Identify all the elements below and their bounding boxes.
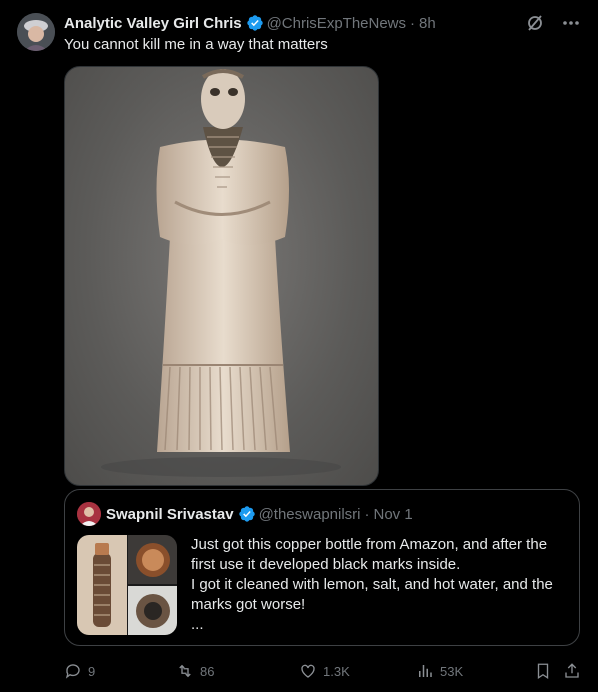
views-button[interactable]: 53K [416,660,463,682]
views-icon [419,665,432,677]
like-button[interactable]: 1.3K [299,660,350,682]
reply-count: 9 [88,663,96,679]
tweet-header: Analytic Valley Girl Chris @ChrisExpTheN… [64,13,578,33]
quote-author-handle[interactable]: @theswapnilsri [259,506,361,523]
verified-badge-icon [246,15,263,31]
verified-badge-icon [238,506,255,522]
author-name[interactable]: Analytic Valley Girl Chris [64,15,242,32]
more-icon[interactable] [561,14,581,32]
grok-icon[interactable] [525,14,545,32]
avatar-image [17,13,55,51]
share-icon [565,663,579,678]
tweet-text: You cannot kill me in a way that matters [64,36,328,53]
copper-bottle-photos [77,535,177,635]
tweet-action-bar: 9 86 1.3K 53K [64,660,581,682]
author-handle[interactable]: @ChrisExpTheNews [267,15,406,32]
like-count: 1.3K [323,663,350,679]
quote-text-truncation: ... [191,616,204,633]
quote-author-name[interactable]: Swapnil Srivastav [106,506,234,523]
author-avatar[interactable] [17,13,55,51]
statue-image [101,69,341,477]
quote-text-line: I got it cleaned with lemon, salt, and h… [191,576,553,613]
bookmark-button[interactable] [534,660,558,682]
repost-icon [179,664,191,678]
quote-author-avatar[interactable] [77,502,101,526]
like-icon [301,664,315,678]
quote-text-line: Just got this copper bottle from Amazon,… [191,536,548,573]
quote-media-thumbnail[interactable] [77,535,177,635]
tweet-timestamp[interactable]: 8h [419,15,436,32]
reply-button[interactable]: 9 [64,660,95,682]
repost-count: 86 [200,663,215,679]
quote-timestamp[interactable]: Nov 1 [374,506,413,523]
quote-header: Swapnil Srivastav @theswapnilsri · Nov 1 [77,502,413,526]
view-count: 53K [440,663,464,679]
quote-avatar-image [77,502,101,526]
reply-icon [65,664,80,679]
quote-tweet-card[interactable]: Swapnil Srivastav @theswapnilsri · Nov 1 [64,489,580,646]
bookmark-icon [537,663,549,680]
header-actions [525,14,581,32]
share-button[interactable] [563,660,587,682]
separator-dot: · [410,14,416,32]
quote-text: Just got this copper bottle from Amazon,… [191,535,571,635]
tweet-media-image[interactable] [64,66,379,486]
separator-dot: · [364,505,370,523]
repost-button[interactable]: 86 [176,660,214,682]
